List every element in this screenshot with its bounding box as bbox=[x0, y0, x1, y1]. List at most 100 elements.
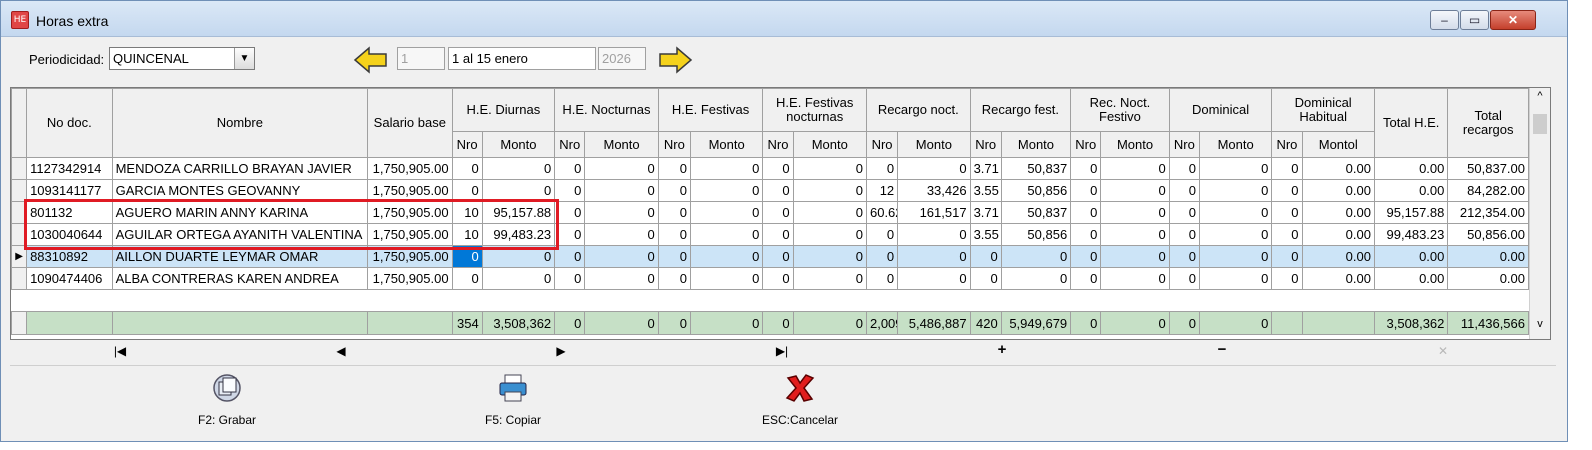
col-total-recargos[interactable]: Total recargos bbox=[1447, 88, 1529, 158]
table-cell[interactable]: 0 bbox=[584, 245, 659, 268]
first-record-button[interactable]: |◀ bbox=[105, 344, 135, 358]
table-cell[interactable]: 0 bbox=[451, 179, 483, 202]
col-he-nocturnas-monto[interactable]: Monto bbox=[584, 131, 659, 158]
table-cell[interactable]: 0 bbox=[1100, 157, 1170, 180]
table-cell[interactable]: 95,157.88 bbox=[481, 201, 556, 224]
table-cell[interactable]: 0 bbox=[554, 179, 586, 202]
table-cell[interactable]: 0 bbox=[657, 223, 691, 246]
table-cell[interactable]: ALBA CONTRERAS KAREN ANDREA bbox=[111, 267, 369, 290]
table-cell[interactable]: 0.00 bbox=[1301, 267, 1375, 290]
col-nombre[interactable]: Nombre bbox=[111, 88, 369, 158]
table-cell[interactable]: 0 bbox=[1070, 201, 1102, 224]
table-cell[interactable]: 0 bbox=[689, 179, 764, 202]
col-recargo-fest-monto[interactable]: Monto bbox=[1000, 131, 1072, 158]
table-cell[interactable]: 0.00 bbox=[1447, 245, 1529, 268]
table-cell[interactable]: 0 bbox=[1271, 201, 1303, 224]
col-dominical-habitual-monto[interactable]: Montol bbox=[1301, 131, 1375, 158]
table-cell[interactable]: 0 bbox=[584, 179, 659, 202]
current-row-indicator-icon[interactable]: ▶ bbox=[11, 245, 28, 268]
table-cell[interactable]: 0 bbox=[1070, 267, 1102, 290]
table-cell[interactable]: 0 bbox=[762, 245, 794, 268]
table-cell[interactable]: MENDOZA CARRILLO BRAYAN JAVIER bbox=[111, 157, 369, 180]
table-cell[interactable]: AILLON DUARTE LEYMAR OMAR bbox=[111, 245, 369, 268]
table-cell[interactable]: 0 bbox=[657, 157, 691, 180]
table-cell[interactable]: 0 bbox=[865, 267, 899, 290]
table-cell[interactable]: 0 bbox=[1198, 179, 1273, 202]
table-cell[interactable]: 0 bbox=[897, 267, 971, 290]
table-cell[interactable]: 0 bbox=[657, 267, 691, 290]
table-cell[interactable]: 99,483.23 bbox=[481, 223, 556, 246]
period-number-field[interactable]: 1 bbox=[397, 47, 445, 70]
table-cell[interactable]: 0 bbox=[481, 157, 556, 180]
table-cell[interactable]: 0 bbox=[1168, 157, 1200, 180]
last-record-button[interactable]: ▶| bbox=[767, 344, 797, 358]
table-cell[interactable]: 0 bbox=[1198, 223, 1273, 246]
col-he-festivas-nro[interactable]: Nro bbox=[657, 131, 691, 158]
table-cell[interactable]: 0 bbox=[554, 267, 586, 290]
table-cell[interactable]: 1,750,905.00 bbox=[367, 179, 453, 202]
col-recargo-fest[interactable]: Recargo fest. bbox=[969, 88, 1072, 132]
table-cell[interactable]: 0 bbox=[1198, 245, 1273, 268]
table-cell[interactable]: 0 bbox=[689, 245, 764, 268]
minimize-button[interactable]: – bbox=[1430, 10, 1459, 30]
scroll-down-icon[interactable]: v bbox=[1530, 318, 1550, 330]
table-row[interactable]: 1093141177 GARCIA MONTES GEOVANNY 1,750,90… bbox=[11, 179, 1529, 202]
table-cell[interactable]: 0 bbox=[554, 223, 586, 246]
col-he-nocturnas[interactable]: H.E. Nocturnas bbox=[554, 88, 659, 132]
delete-record-button[interactable]: − bbox=[1207, 341, 1237, 358]
col-dominical-habitual-nro[interactable]: Nro bbox=[1271, 131, 1303, 158]
table-cell[interactable]: 0 bbox=[481, 245, 556, 268]
table-cell[interactable]: 0 bbox=[1271, 223, 1303, 246]
table-cell[interactable]: 0 bbox=[1100, 201, 1170, 224]
table-cell[interactable]: 0.00 bbox=[1301, 157, 1375, 180]
next-period-button[interactable] bbox=[657, 46, 693, 74]
table-cell[interactable]: 0 bbox=[554, 157, 586, 180]
table-cell[interactable]: 0 bbox=[689, 223, 764, 246]
table-cell[interactable]: 0 bbox=[897, 157, 971, 180]
table-cell[interactable]: 0 bbox=[792, 157, 867, 180]
table-cell[interactable]: 0 bbox=[897, 223, 971, 246]
table-cell[interactable]: 0 bbox=[1070, 157, 1102, 180]
col-he-fest-noct-monto[interactable]: Monto bbox=[792, 131, 867, 158]
table-cell[interactable]: 0.00 bbox=[1373, 267, 1449, 290]
table-cell[interactable]: 3.71 bbox=[969, 157, 1002, 180]
col-he-fest-noct-nro[interactable]: Nro bbox=[762, 131, 794, 158]
table-cell[interactable]: 0 bbox=[792, 245, 867, 268]
maximize-button[interactable]: ▭ bbox=[1460, 10, 1489, 30]
table-cell[interactable]: 0 bbox=[865, 245, 899, 268]
col-dominical-nro[interactable]: Nro bbox=[1168, 131, 1200, 158]
next-record-button[interactable]: ▶ bbox=[546, 344, 576, 358]
table-cell[interactable]: 0 bbox=[1100, 179, 1170, 202]
table-cell[interactable]: 0 bbox=[584, 223, 659, 246]
table-cell[interactable]: 0 bbox=[584, 157, 659, 180]
table-cell[interactable]: 60.62 bbox=[865, 201, 899, 224]
col-salario-base[interactable]: Salario base bbox=[367, 88, 453, 158]
table-cell[interactable]: 84,282.00 bbox=[1447, 179, 1529, 202]
table-cell[interactable]: 0 bbox=[762, 267, 794, 290]
row-indicator[interactable] bbox=[11, 179, 28, 202]
table-cell[interactable]: 1,750,905.00 bbox=[367, 223, 453, 246]
table-cell[interactable]: 0 bbox=[969, 245, 1002, 268]
table-cell[interactable]: 0.00 bbox=[1447, 267, 1529, 290]
table-cell[interactable]: 10 bbox=[451, 223, 483, 246]
table-cell[interactable]: 0.00 bbox=[1301, 223, 1375, 246]
table-cell[interactable]: 0 bbox=[584, 267, 659, 290]
table-row[interactable]: 1030040644 AGUILAR ORTEGA AYANITH VALENTI… bbox=[11, 223, 1529, 246]
col-total-he[interactable]: Total H.E. bbox=[1373, 88, 1449, 158]
col-rec-noct-festivo[interactable]: Rec. Noct. Festivo bbox=[1070, 88, 1170, 132]
row-indicator[interactable] bbox=[11, 201, 28, 224]
table-cell[interactable]: 0 bbox=[897, 245, 971, 268]
col-he-diurnas-nro[interactable]: Nro bbox=[451, 131, 483, 158]
table-cell[interactable]: 0 bbox=[451, 157, 483, 180]
table-cell[interactable]: 0 bbox=[689, 201, 764, 224]
table-cell[interactable]: 50,856 bbox=[1000, 223, 1072, 246]
table-cell[interactable]: 0 bbox=[657, 201, 691, 224]
table-cell[interactable]: 50,837 bbox=[1000, 201, 1072, 224]
table-cell[interactable]: 0 bbox=[1168, 245, 1200, 268]
table-cell[interactable]: 33,426 bbox=[897, 179, 971, 202]
table-cell[interactable]: 0.00 bbox=[1373, 179, 1449, 202]
col-he-diurnas-monto[interactable]: Monto bbox=[481, 131, 556, 158]
table-cell[interactable]: 0.00 bbox=[1301, 179, 1375, 202]
table-cell[interactable]: 0 bbox=[1271, 267, 1303, 290]
col-he-diurnas[interactable]: H.E. Diurnas bbox=[451, 88, 556, 132]
